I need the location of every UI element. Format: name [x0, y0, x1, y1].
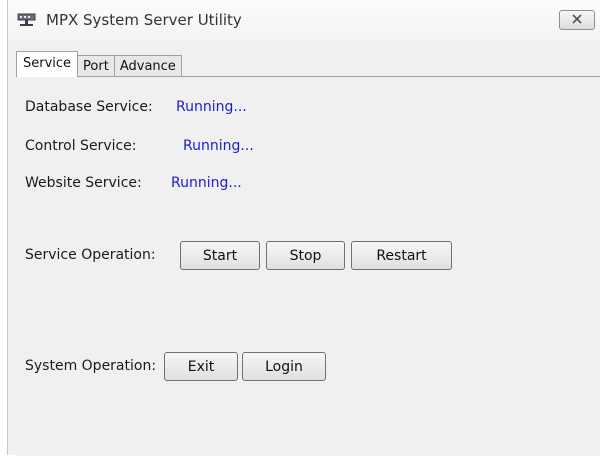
stop-button[interactable]: Stop	[266, 241, 345, 270]
title-bar[interactable]: MPX System Server Utility	[8, 0, 600, 40]
service-operation-label: Service Operation:	[25, 247, 156, 263]
tab-advance[interactable]: Advance	[113, 55, 182, 77]
start-button[interactable]: Start	[180, 241, 260, 270]
exit-button[interactable]: Exit	[164, 352, 238, 381]
server-icon	[17, 13, 36, 27]
window-title: MPX System Server Utility	[46, 11, 242, 29]
tab-port[interactable]: Port	[77, 55, 115, 77]
website-service-label: Website Service:	[25, 175, 142, 191]
system-operation-label: System Operation:	[25, 358, 157, 374]
control-service-status: Running...	[183, 138, 254, 154]
control-service-label: Control Service:	[25, 138, 137, 154]
close-icon	[571, 12, 583, 28]
service-tab-panel: Database Service: Running... Control Ser…	[16, 76, 600, 456]
database-service-status: Running...	[176, 99, 247, 115]
close-button[interactable]	[559, 10, 595, 30]
restart-button[interactable]: Restart	[351, 241, 452, 270]
app-window: MPX System Server Utility Service Port A…	[7, 0, 600, 456]
tab-strip: Service Port Advance	[16, 49, 182, 77]
database-service-label: Database Service:	[25, 99, 153, 115]
website-service-status: Running...	[171, 175, 242, 191]
login-button[interactable]: Login	[242, 352, 326, 381]
tab-service[interactable]: Service	[16, 51, 79, 77]
